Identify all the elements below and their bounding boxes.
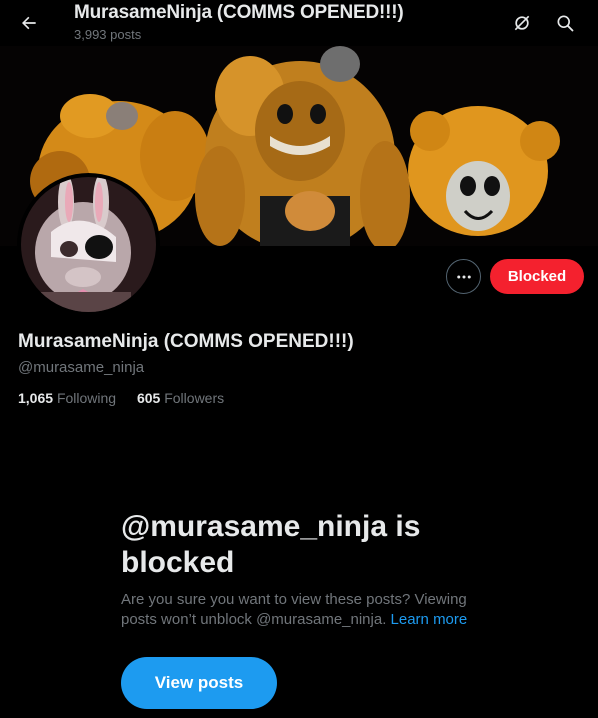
followers-link[interactable]: 605 Followers [137,390,224,406]
blocked-button[interactable]: Blocked [490,259,584,294]
following-count: 1,065 [18,390,54,406]
following-link[interactable]: 1,065 Following [18,390,116,406]
learn-more-link[interactable]: Learn more [391,611,468,628]
following-label: Following [56,390,117,406]
top-bar: MurasameNinja (COMMS OPENED!!!) 3,993 po… [0,0,598,46]
followers-count: 605 [136,390,161,406]
search-button[interactable] [548,6,582,40]
grok-button[interactable] [505,6,539,40]
view-posts-button[interactable]: View posts [121,657,277,709]
more-horizontal-icon [456,275,471,278]
followers-label: Followers [164,390,225,406]
profile-display-name: MurasameNinja (COMMS OPENED!!!) [18,331,354,352]
profile-stats: 1,065 Following 605 Followers [18,390,241,406]
grok-icon [514,15,530,31]
profile-handle: @murasame_ninja [18,359,145,376]
blocked-notice-title: @murasame_ninja is blocked [121,510,421,579]
blocked-notice-description: Are you sure you want to view these post… [121,590,486,630]
search-icon [557,15,574,32]
more-options-button[interactable] [446,259,481,294]
post-count: 3,993 posts [74,27,142,42]
header-title: MurasameNinja (COMMS OPENED!!!) [74,2,404,23]
avatar[interactable] [17,173,160,316]
avatar-image [21,177,156,312]
back-button[interactable] [12,6,46,40]
back-arrow-icon [22,16,36,30]
